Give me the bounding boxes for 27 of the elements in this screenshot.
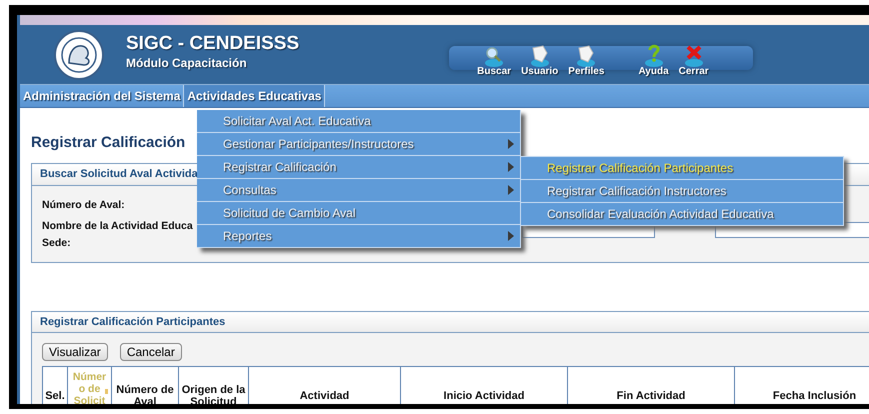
submenu-arrow-icon — [508, 162, 514, 172]
emblem-icon — [51, 28, 107, 80]
toolbar-button[interactable]: Buscar — [475, 44, 514, 78]
toolbar-button[interactable]: Usuario — [519, 44, 560, 78]
app-title: SIGC - CENDEISSS — [126, 33, 300, 55]
panel-title: Buscar Solicitud Aval Activida — [39, 167, 198, 182]
field-label: Sede: — [42, 236, 71, 248]
column-header[interactable]: Actividad — [249, 366, 401, 404]
toolbar-button[interactable]: Ayuda — [636, 44, 671, 78]
page-title: Registrar Calificación — [31, 133, 186, 153]
field-label: Número de Aval: — [42, 198, 125, 210]
column-header[interactable]: Fecha Inclusión — [735, 366, 869, 404]
submenu-arrow-icon — [508, 185, 514, 195]
menu-bar-item[interactable]: Actividades Educativas — [184, 85, 326, 107]
sort-icon — [105, 389, 108, 394]
column-header[interactable]: Sel. — [43, 366, 68, 404]
action-button[interactable]: Visualizar — [42, 343, 108, 361]
toolbar-button[interactable]: Perfiles — [566, 44, 606, 78]
submenu-arrow-icon — [508, 139, 514, 149]
app-subtitle: Módulo Capacitación — [126, 56, 248, 70]
submenu-arrow-icon — [508, 231, 514, 241]
field-label: Nombre de la Actividad Educa — [42, 220, 193, 232]
toolbar-button[interactable]: Cerrar — [676, 44, 711, 78]
panel-title: Registrar Calificación Participantes — [32, 312, 869, 333]
action-button[interactable]: Cancelar — [120, 343, 182, 361]
column-header[interactable]: Inicio Actividad — [401, 366, 568, 404]
column-header[interactable]: Fin Actividad — [568, 366, 735, 404]
